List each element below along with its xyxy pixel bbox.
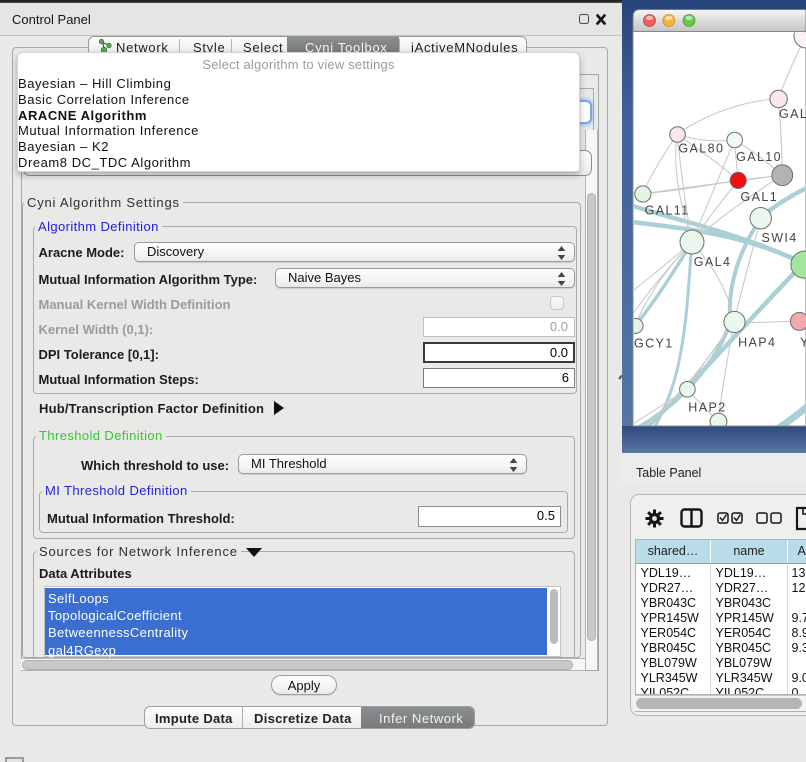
svg-text:GCY1: GCY1	[634, 337, 674, 351]
svg-text:GAL1: GAL1	[741, 190, 779, 204]
svg-text:HAP2: HAP2	[688, 401, 726, 415]
svg-text:SWI4: SWI4	[762, 231, 798, 245]
svg-text:GAL80: GAL80	[678, 142, 724, 156]
svg-text:Y: Y	[800, 336, 806, 350]
svg-text:GAL2: GAL2	[779, 107, 806, 121]
svg-text:HAP4: HAP4	[738, 336, 776, 350]
svg-text:GAL4: GAL4	[694, 255, 732, 269]
svg-text:GAL11: GAL11	[645, 204, 690, 218]
svg-text:GAL10: GAL10	[736, 150, 782, 164]
